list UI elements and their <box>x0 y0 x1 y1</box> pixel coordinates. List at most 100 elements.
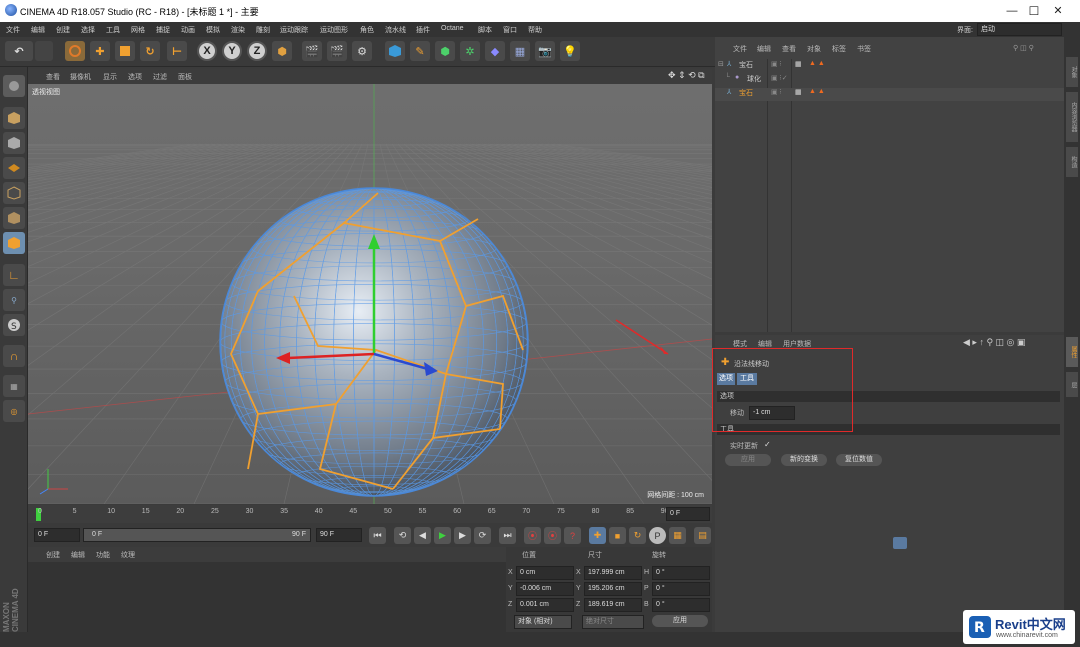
menu-item-snap[interactable]: 捕捉 <box>156 25 170 35</box>
workplane-lock-icon[interactable]: ▦ <box>3 375 25 397</box>
rotation-b-field[interactable]: 0 ° <box>652 598 710 612</box>
perspective-viewport[interactable]: 透视视图 网格间距 : 100 cm <box>28 84 712 504</box>
size-x-field[interactable]: 197.999 cm <box>584 566 642 580</box>
menu-item-help[interactable]: 帮助 <box>528 25 542 35</box>
object-menu-tags[interactable]: 标签 <box>832 44 846 54</box>
go-to-end-icon[interactable]: ⏭ <box>499 527 516 544</box>
realtime-update-checkbox[interactable]: ✓ <box>764 440 771 449</box>
viewport-menu-view[interactable]: 查看 <box>46 72 60 82</box>
scale-tool-icon[interactable] <box>115 41 135 61</box>
rotate-tool-icon[interactable]: ↻ <box>140 41 160 61</box>
cube-primitive-icon[interactable] <box>385 41 405 61</box>
viewport-menu-display[interactable]: 显示 <box>103 72 117 82</box>
tab-attributes[interactable]: 属性 <box>1066 337 1078 367</box>
tab-content-browser[interactable]: 内容浏览器 <box>1066 92 1078 142</box>
render-to-picture-viewer-icon[interactable]: 🎬 <box>327 41 347 61</box>
viewport-scene[interactable] <box>28 84 712 504</box>
menu-item-window[interactable]: 窗口 <box>503 25 517 35</box>
key-position-icon[interactable]: ✚ <box>589 527 606 544</box>
x-axis-lock-button[interactable]: X <box>197 41 217 61</box>
timeline-ruler[interactable]: 0 5 10 15 20 25 30 35 40 45 50 55 60 65 70 75 80 85 90 0 F <box>28 505 712 523</box>
menu-item-character[interactable]: 角色 <box>360 25 374 35</box>
size-mode-dropdown[interactable]: 绝对尺寸 <box>582 615 644 629</box>
render-settings-icon[interactable]: ⚙ <box>352 41 372 61</box>
object-menu-bookmarks[interactable]: 书签 <box>857 44 871 54</box>
tweak-mode-icon[interactable]: ⚲ <box>3 289 25 311</box>
menu-item-mesh[interactable]: 网格 <box>131 25 145 35</box>
viewport-menu-filter[interactable]: 过滤 <box>153 72 167 82</box>
edges-mode-icon[interactable] <box>3 207 25 229</box>
viewport-nav-icons[interactable]: ✥ ⇕ ⟲ ⧉ <box>668 70 705 81</box>
autokey-icon[interactable]: ⦿ <box>544 527 561 544</box>
key-rotation-icon[interactable]: ↻ <box>629 527 646 544</box>
camera-icon[interactable]: 📷 <box>535 41 555 61</box>
menu-item-sculpt[interactable]: 雕刻 <box>256 25 270 35</box>
layout-dropdown[interactable]: 启动 <box>977 23 1062 36</box>
tab-structure[interactable]: 构造 <box>1066 147 1078 177</box>
tab-layers[interactable]: 层 <box>1066 372 1078 397</box>
prev-key-icon[interactable]: ⟲ <box>394 527 411 544</box>
position-z-field[interactable]: 0.001 cm <box>516 598 574 612</box>
menu-item-render[interactable]: 渲染 <box>231 25 245 35</box>
next-key-icon[interactable]: ⟳ <box>474 527 491 544</box>
object-menu-edit[interactable]: 编辑 <box>757 44 771 54</box>
timeline-end-field[interactable]: 0 F <box>666 507 710 521</box>
coordinate-mode-dropdown[interactable]: 对象 (相对) <box>514 615 572 629</box>
menu-item-edit[interactable]: 编辑 <box>31 25 45 35</box>
points-mode-icon[interactable] <box>3 182 25 204</box>
attr-nav-icons[interactable]: ◀ ▸ ↑ ⚲ ◫ ◎ ▣ <box>963 337 1025 348</box>
material-menu-texture[interactable]: 纹理 <box>121 550 135 560</box>
rotation-h-field[interactable]: 0 ° <box>652 566 710 580</box>
live-selection-icon[interactable] <box>65 41 85 61</box>
spline-pen-icon[interactable]: ✎ <box>410 41 430 61</box>
light-bulb-icon[interactable]: 💡 <box>560 41 580 61</box>
z-axis-lock-button[interactable]: Z <box>247 41 267 61</box>
key-pla-icon[interactable]: ▦ <box>669 527 686 544</box>
object-search-icon[interactable]: ⚲ ◫ ⚲ <box>1013 44 1034 52</box>
make-editable-icon[interactable] <box>3 75 25 97</box>
end-frame-field[interactable]: 90 F <box>316 528 362 542</box>
tab-objects[interactable]: 对象 <box>1066 57 1078 87</box>
position-y-field[interactable]: -0.006 cm <box>516 582 574 596</box>
menu-item-file[interactable]: 文件 <box>6 25 20 35</box>
menu-item-script[interactable]: 脚本 <box>478 25 492 35</box>
menu-item-pipeline[interactable]: 流水线 <box>385 25 406 35</box>
object-menu-objects[interactable]: 对象 <box>807 44 821 54</box>
model-mode-icon[interactable] <box>3 107 25 129</box>
menu-item-simulate[interactable]: 模拟 <box>206 25 220 35</box>
menu-item-tools[interactable]: 工具 <box>106 25 120 35</box>
viewport-menu-cameras[interactable]: 摄像机 <box>70 72 91 82</box>
position-x-field[interactable]: 0 cm <box>516 566 574 580</box>
deformer-icon[interactable]: ◆ <box>485 41 505 61</box>
menu-item-mograph[interactable]: 运动图形 <box>320 25 348 35</box>
reset-values-button[interactable]: 复位数值 <box>836 454 882 466</box>
object-row-selected[interactable]: ⅄ 宝石 ▣ ⁝ ▦ ▲ ▲ <box>715 88 1064 101</box>
material-menu-function[interactable]: 功能 <box>96 550 110 560</box>
undo-button[interactable]: ↶ <box>5 41 33 61</box>
frame-range-slider[interactable]: 0 F 90 F <box>83 528 311 542</box>
viewport-menu-options[interactable]: 选项 <box>128 72 142 82</box>
render-view-icon[interactable]: 🎬 <box>302 41 322 61</box>
current-frame-field[interactable]: 0 F <box>34 528 80 542</box>
object-row[interactable]: └ ● 球化 ▣ ⁝✓ <box>715 74 1064 87</box>
recent-tool-icon[interactable]: ⊢ <box>167 41 187 61</box>
solo-icon[interactable]: ◎ <box>3 400 25 422</box>
subdivision-surface-icon[interactable]: ⬢ <box>435 41 455 61</box>
coordinate-system-icon[interactable]: ⬢ <box>272 41 292 61</box>
snapping-icon[interactable]: S <box>3 314 25 336</box>
y-axis-lock-button[interactable]: Y <box>222 41 242 61</box>
material-menu-create[interactable]: 创建 <box>46 550 60 560</box>
menu-item-create[interactable]: 创建 <box>56 25 70 35</box>
menu-item-octane[interactable]: Octane <box>441 25 464 32</box>
viewport-menu-panel[interactable]: 面板 <box>178 72 192 82</box>
array-generator-icon[interactable]: ✲ <box>460 41 480 61</box>
close-button[interactable]: ✕ <box>1036 2 1080 20</box>
material-menu-edit[interactable]: 编辑 <box>71 550 85 560</box>
menu-item-select[interactable]: 选择 <box>81 25 95 35</box>
menu-item-plugins[interactable]: 插件 <box>416 25 430 35</box>
new-transform-button[interactable]: 新的变换 <box>781 454 827 466</box>
coords-apply-button[interactable]: 应用 <box>652 615 708 627</box>
texture-mode-icon[interactable] <box>3 132 25 154</box>
object-menu-view[interactable]: 查看 <box>782 44 796 54</box>
menu-item-motion-tracking[interactable]: 运动跟踪 <box>280 25 308 35</box>
